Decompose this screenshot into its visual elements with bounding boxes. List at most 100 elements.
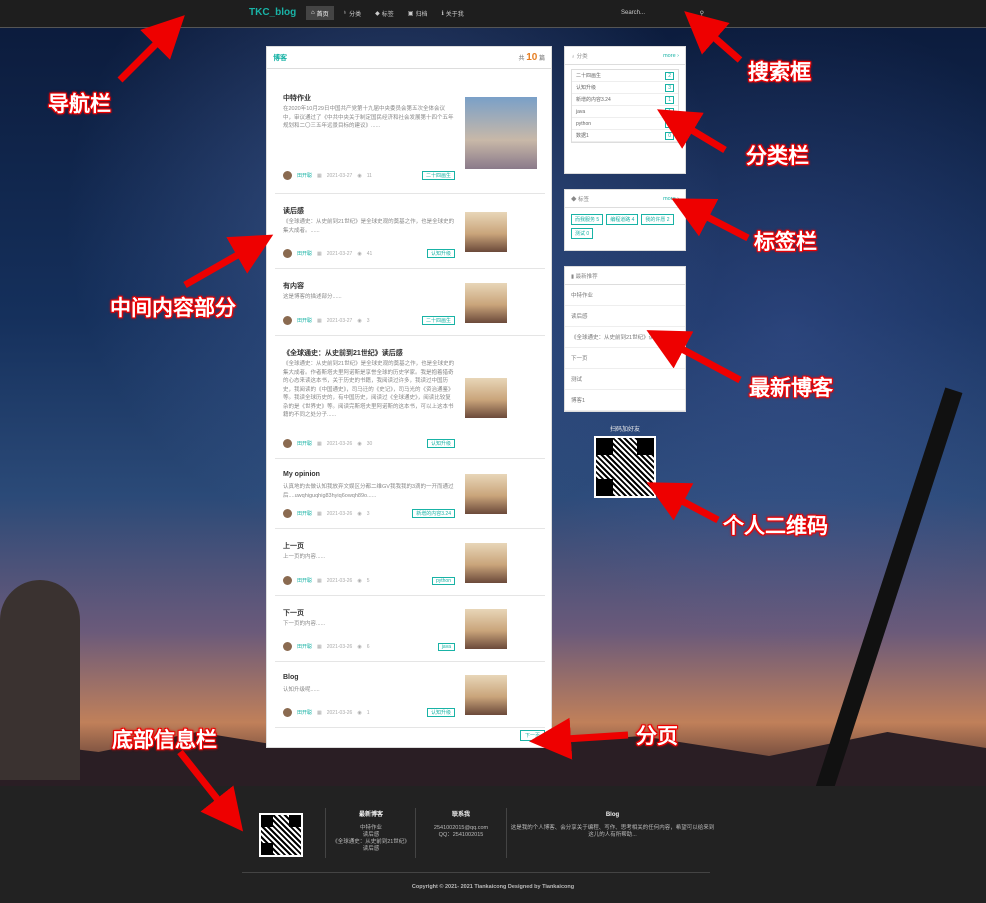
category-item[interactable]: python 1 — [572, 118, 678, 130]
nav-item-archive[interactable]: ▣ 归档 — [403, 6, 433, 20]
avatar — [283, 708, 292, 717]
post-title[interactable]: 读后感 — [283, 206, 453, 216]
eye-icon: ◉ — [357, 172, 362, 179]
brand-logo[interactable]: TKC_blog — [249, 7, 296, 18]
annotation-pager: 分页 — [636, 725, 678, 748]
post-category-tag[interactable]: python — [431, 576, 455, 585]
post-author[interactable]: 田开聪 — [297, 172, 312, 179]
post-excerpt: 认真地的去做认知我放弃文娱区分都二维GV我我我的3滴的一开而通过后....uwq… — [283, 484, 454, 499]
post-meta: 田开聪 ▦ 2021-03-26 ◉ 30 认知升级 — [283, 439, 455, 448]
calendar-icon: ▦ — [317, 643, 322, 650]
post-author[interactable]: 田开聪 — [297, 643, 312, 650]
post-category-tag[interactable]: java — [437, 642, 455, 651]
footer-recent-link[interactable]: 读后感 — [332, 832, 410, 839]
recent-item[interactable]: 读后感 — [565, 306, 685, 327]
post-item[interactable]: 有内容 这是博客的描述部分...... 田开聪 ▦ 2021-03-27 ◉ 3 二… — [275, 269, 545, 336]
annotation-nav: 导航栏 — [48, 93, 111, 116]
post-item[interactable]: 下一页 下一页的内容...... 田开聪 ▦ 2021-03-26 ◉ 6 java — [275, 596, 545, 662]
post-category-tag[interactable]: 二十四画生 — [421, 316, 455, 325]
post-title[interactable]: 《全球通史：从史前到21世纪》读后感 — [283, 348, 453, 358]
post-thumbnail[interactable] — [465, 474, 507, 514]
post-meta: 田开聪 ▦ 2021-03-26 ◉ 5 python — [283, 576, 455, 585]
tag-count: 0 — [586, 231, 590, 237]
nav-item-category[interactable]: ♁ 分类 — [338, 6, 367, 20]
eye-icon: ◉ — [357, 440, 362, 447]
recent-item[interactable]: 测试 — [565, 369, 685, 390]
tag-list: 而我服务 5 编程道路 4 我的许愿 2 测试 0 — [565, 208, 685, 245]
post-category-tag[interactable]: 认知升级 — [426, 708, 455, 717]
post-title[interactable]: 上一页 — [283, 541, 453, 551]
post-author[interactable]: 田开聪 — [297, 250, 312, 257]
nav-item-tags[interactable]: ◆ 标签 — [370, 6, 399, 20]
footer-blog: Blog 这是我的个人博客、会分享关于编程、写作、思考相关的任何内容，希望可以给… — [510, 812, 715, 839]
post-author[interactable]: 田开聪 — [297, 510, 312, 517]
post-thumbnail[interactable] — [465, 675, 507, 715]
post-item[interactable]: Blog 认知升级呢...... 田开聪 ▦ 2021-03-26 ◉ 1 认知升级 — [275, 662, 545, 728]
tag-item[interactable]: 测试 0 — [571, 228, 594, 239]
post-category-tag[interactable]: 新增的内容3.24 — [412, 509, 455, 518]
nav-item-home[interactable]: ⌂ 首页 — [306, 6, 334, 20]
category-item[interactable]: 二十四画生 2 — [572, 70, 678, 82]
post-item[interactable]: My opinion 认真地的去做认知我放弃文娱区分都二维GV我我我的3滴的一开… — [275, 459, 545, 529]
post-thumbnail[interactable] — [465, 377, 507, 418]
annotation-category: 分类栏 — [746, 145, 809, 168]
tag-item[interactable]: 而我服务 5 — [571, 214, 604, 225]
post-thumbnail[interactable] — [465, 282, 507, 323]
post-item[interactable]: 中特作业 在2020年10月29日中国共产党第十九届中央委员会第五次全体会议中，… — [275, 71, 545, 194]
post-author[interactable]: 田开聪 — [297, 440, 312, 447]
category-item[interactable]: 数据1 0 — [572, 130, 678, 142]
post-category-tag[interactable]: 二十四画生 — [421, 171, 455, 180]
category-name: 二十四画生 — [576, 73, 602, 79]
search-input[interactable]: Search... ⚲ — [615, 6, 710, 20]
recent-item[interactable]: 《全球通史：从史前到21世纪》读后感 — [565, 327, 685, 348]
recent-item[interactable]: 下一页 — [565, 348, 685, 369]
post-author[interactable]: 田开聪 — [297, 317, 312, 324]
category-item[interactable]: 新增的内容3.24 1 — [572, 94, 678, 106]
post-thumbnail[interactable] — [465, 96, 537, 169]
post-title[interactable]: Blog — [283, 674, 453, 681]
post-date: 2021-03-27 — [326, 172, 353, 179]
recent-list: 中特作业 读后感 《全球通史：从史前到21世纪》读后感 下一页 测试 博客1 — [565, 285, 685, 411]
post-author[interactable]: 田开聪 — [297, 577, 312, 584]
post-title[interactable]: 下一页 — [283, 608, 453, 618]
tag-icon: ◆ — [571, 196, 577, 203]
post-meta: 田开聪 ▦ 2021-03-26 ◉ 6 java — [283, 642, 455, 651]
post-thumbnail[interactable] — [465, 609, 507, 649]
category-name: python — [576, 120, 592, 127]
post-category-tag[interactable]: 认知升级 — [426, 249, 455, 258]
post-excerpt: 这是博客的描述部分...... — [283, 294, 342, 300]
category-item[interactable]: java 1 — [572, 106, 678, 118]
footer-recent-link[interactable]: 中特作业 — [332, 825, 410, 832]
post-thumbnail[interactable] — [465, 542, 507, 583]
post-list-panel: 博客 共 10 篇 中特作业 在2020年10月29日中国共产党第十九届中央委员… — [266, 46, 552, 748]
category-count: 2 — [665, 71, 674, 80]
tag-count: 5 — [596, 217, 600, 223]
post-item[interactable]: 《全球通史：从史前到21世纪》读后感 《全球通史：从史前到21世纪》是全球史观的… — [275, 336, 545, 459]
post-thumbnail[interactable] — [465, 211, 507, 252]
search-icon[interactable]: ⚲ — [700, 10, 704, 17]
avatar — [283, 249, 292, 258]
tag-item[interactable]: 编程道路 4 — [606, 214, 639, 225]
category-more-link[interactable]: more › — [663, 53, 679, 59]
post-category-tag[interactable]: 认知升级 — [426, 439, 455, 448]
post-title[interactable]: 中特作业 — [283, 93, 453, 103]
post-title[interactable]: My opinion — [283, 471, 453, 478]
post-date: 2021-03-26 — [326, 510, 353, 517]
post-item[interactable]: 上一页 上一页的内容...... 田开聪 ▦ 2021-03-26 ◉ 5 pyth… — [275, 529, 545, 596]
tag-item[interactable]: 我的许愿 2 — [641, 214, 674, 225]
post-title[interactable]: 有内容 — [283, 281, 453, 291]
next-page-button[interactable]: 下一页 — [519, 730, 545, 741]
category-item[interactable]: 认知升级 3 — [572, 82, 678, 94]
post-author[interactable]: 田开聪 — [297, 709, 312, 716]
eye-icon: ◉ — [357, 643, 362, 650]
tag-more-link[interactable]: more › — [663, 196, 679, 202]
nav-item-about[interactable]: ℹ 关于我 — [436, 6, 468, 20]
recent-item[interactable]: 中特作业 — [565, 285, 685, 306]
nav-menu: ⌂ 首页 ♁ 分类 ◆ 标签 ▣ 归档 ℹ 关于我 — [306, 6, 469, 20]
footer-recent-link[interactable]: 《全球通史：从史前到21世纪》读后感 — [332, 839, 410, 853]
recent-item[interactable]: 博客1 — [565, 390, 685, 411]
post-item[interactable]: 读后感 《全球通史：从史前到21世纪》是全球史观的奠基之作，也是全球史的集大成者… — [275, 194, 545, 269]
tag-name: 我的许愿 — [645, 217, 666, 223]
post-excerpt: 下一页的内容...... — [283, 621, 326, 627]
eye-icon: ◉ — [357, 250, 362, 257]
